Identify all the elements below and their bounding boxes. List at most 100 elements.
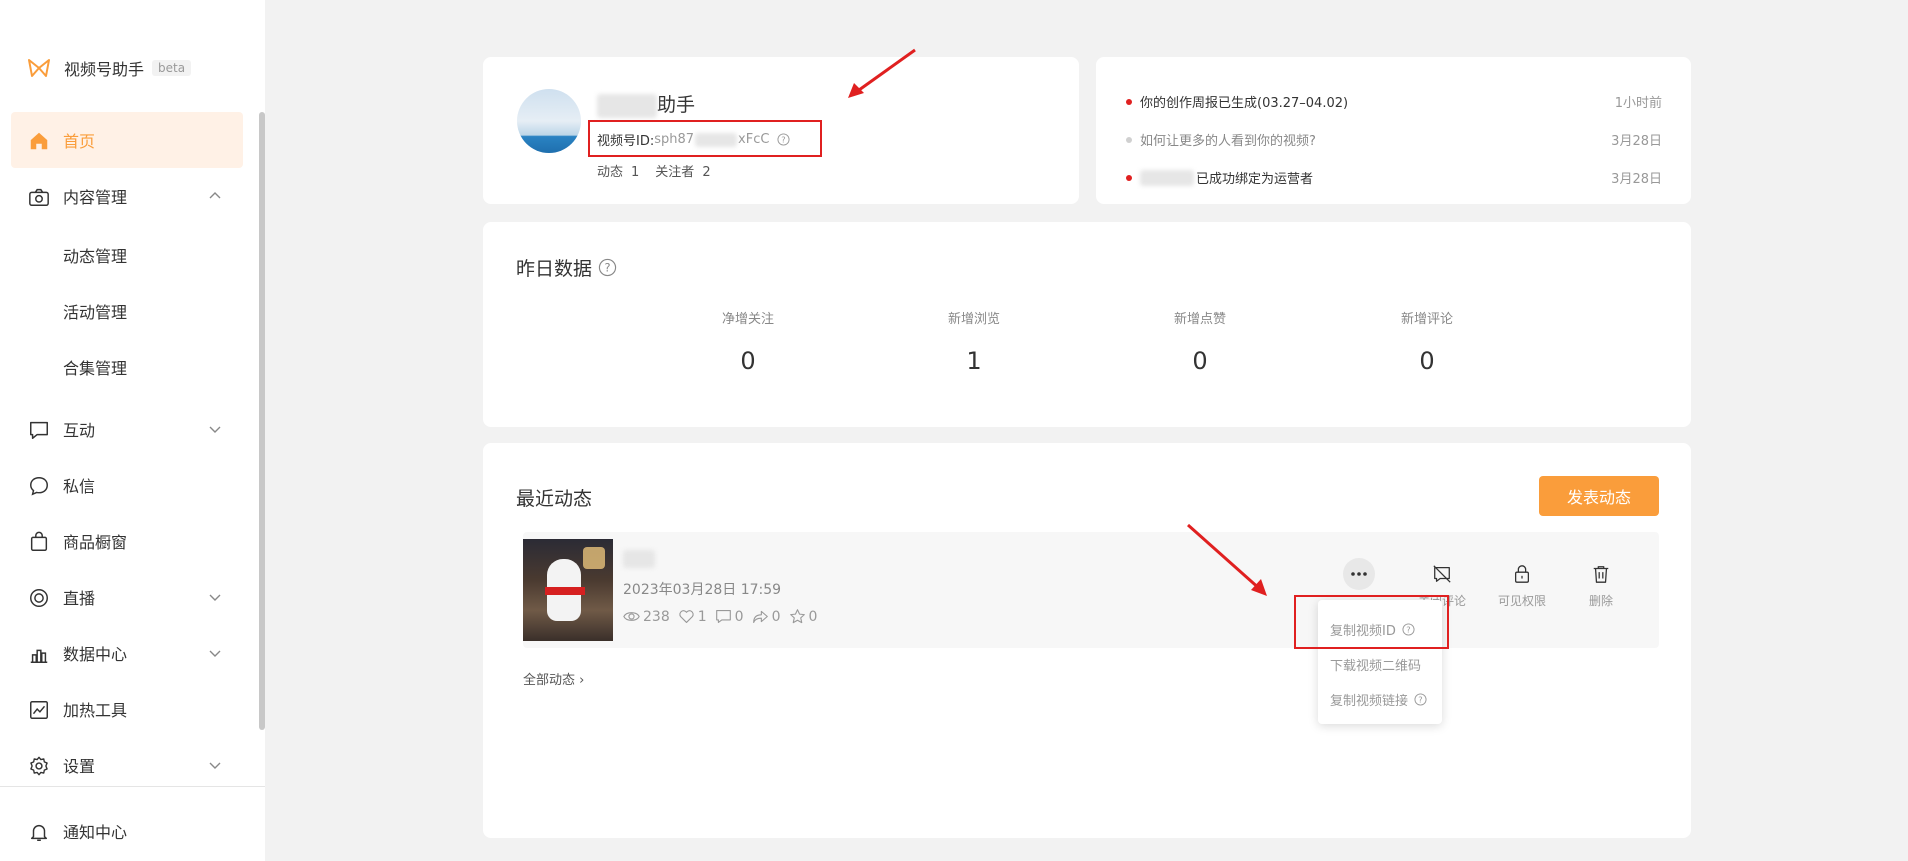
heart-icon xyxy=(679,610,694,624)
notice-item[interactable]: 你的创作周报已生成(03.27–04.02) 1小时前 xyxy=(1126,92,1662,111)
chevron-down-icon xyxy=(209,650,221,657)
metric-value: 238 xyxy=(643,608,670,625)
annotation-box-copy-id xyxy=(1294,595,1449,649)
trend-chart-icon xyxy=(30,701,48,719)
sidebar-item-label: 内容管理 xyxy=(63,188,128,207)
trash-icon xyxy=(1593,566,1609,583)
more-dots-icon xyxy=(1351,572,1367,576)
sidebar-item-messages[interactable]: 私信 xyxy=(11,457,243,513)
publish-post-button[interactable]: 发表动态 xyxy=(1539,476,1659,516)
stat-label: 动态 xyxy=(597,165,624,180)
help-icon[interactable]: ? xyxy=(1414,693,1427,706)
metric-value: 1 xyxy=(697,608,707,625)
sidebar-item-live[interactable]: 直播 xyxy=(11,569,243,625)
stat-new-views: 新增浏览 1 xyxy=(914,308,1034,375)
redacted-name xyxy=(1140,169,1194,186)
sidebar-item-home[interactable]: 首页 xyxy=(11,112,243,168)
notice-item[interactable]: 已成功绑定为运营者 3月28日 xyxy=(1126,168,1662,187)
comment-off-icon xyxy=(1433,565,1451,583)
app-logo[interactable]: 视频号助手 beta xyxy=(27,56,192,80)
sidebar-item-label: 首页 xyxy=(63,132,96,151)
annotation-arrow-icon xyxy=(1187,523,1267,596)
sidebar-subitem-activities[interactable]: 活动管理 xyxy=(63,299,127,323)
post-time: 2023年03月28日 17:59 xyxy=(623,582,782,598)
sidebar-item-settings[interactable]: 设置 xyxy=(11,737,243,793)
home-icon xyxy=(30,132,48,150)
post-row[interactable]: 2023年03月28日 17:59 238 1 0 0 0 关闭评论 可见权限 … xyxy=(523,532,1659,648)
sidebar-item-label: 商品橱窗 xyxy=(63,533,128,552)
stat-new-likes: 新增点赞 0 xyxy=(1140,308,1260,375)
sidebar: 视频号助手 beta 首页 内容管理 动态管理 活动管理 合集管理 互动 私信 … xyxy=(0,0,265,861)
chevron-down-icon xyxy=(209,762,221,769)
stat-net-followers: 净增关注 0 xyxy=(688,308,808,375)
section-title: 昨日数据 ? xyxy=(516,254,617,281)
metric-shares: 0 xyxy=(752,608,781,625)
stat-label: 新增评论 xyxy=(1400,312,1453,327)
annotation-arrow-icon xyxy=(848,48,916,98)
post-thumbnail[interactable] xyxy=(523,539,613,641)
profile-stats: 动态 1 关注者 2 xyxy=(597,161,711,180)
section-title-text: 最近动态 xyxy=(516,488,593,510)
thumbnail-detail xyxy=(545,587,585,595)
visibility-permission-button[interactable]: 可见权限 xyxy=(1487,564,1557,609)
beta-badge: beta xyxy=(152,60,192,76)
sidebar-item-interaction[interactable]: 互动 xyxy=(11,401,243,457)
stat-posts[interactable]: 动态 1 xyxy=(597,161,639,180)
chevron-up-icon xyxy=(209,192,221,199)
bar-chart-icon xyxy=(30,649,48,663)
recent-posts-card: 最近动态 发表动态 2023年03月28日 17:59 238 1 0 0 0 … xyxy=(483,443,1691,838)
sidebar-item-data-center[interactable]: 数据中心 xyxy=(11,625,243,681)
yesterday-data-card: 昨日数据 ? 净增关注 0 新增浏览 1 新增点赞 0 新增评论 0 xyxy=(483,222,1691,427)
menu-item-label: 复制视频链接 xyxy=(1330,694,1409,709)
svg-text:?: ? xyxy=(604,260,610,274)
sidebar-item-label: 通知中心 xyxy=(63,823,128,842)
sidebar-subitem-collections[interactable]: 合集管理 xyxy=(63,355,127,379)
thumbnail-detail xyxy=(583,547,605,569)
notice-text: 如何让更多的人看到你的视频? xyxy=(1140,134,1316,149)
eye-icon xyxy=(623,612,640,621)
avatar[interactable] xyxy=(517,89,581,153)
all-posts-link[interactable]: 全部动态 › xyxy=(523,669,584,688)
more-options-button[interactable] xyxy=(1343,558,1375,590)
menu-item-download-qr[interactable]: 下载视频二维码 xyxy=(1330,655,1421,674)
post-metrics: 238 1 0 0 0 xyxy=(623,608,825,625)
stat-new-comments: 新增评论 0 xyxy=(1367,308,1487,375)
notice-time: 3月28日 xyxy=(1611,172,1662,187)
help-icon[interactable]: ? xyxy=(598,258,617,277)
svg-text:?: ? xyxy=(1418,694,1422,704)
read-dot xyxy=(1126,136,1132,143)
sidebar-scrollbar[interactable] xyxy=(259,112,265,730)
gear-icon xyxy=(30,756,48,776)
menu-item-copy-video-link[interactable]: 复制视频链接 ? xyxy=(1330,690,1427,709)
stat-label: 新增浏览 xyxy=(947,312,1000,327)
metric-likes: 1 xyxy=(678,608,707,625)
stat-followers[interactable]: 关注者 2 xyxy=(655,161,710,180)
stat-value: 0 xyxy=(1192,347,1208,375)
notice-text: 你的创作周报已生成(03.27–04.02) xyxy=(1140,96,1349,111)
sidebar-item-boost-tools[interactable]: 加热工具 xyxy=(11,681,243,737)
sidebar-item-notifications[interactable]: 通知中心 xyxy=(11,803,243,859)
butterfly-logo-icon xyxy=(28,59,50,77)
notice-card: 你的创作周报已生成(03.27–04.02) 1小时前 如何让更多的人看到你的视… xyxy=(1096,57,1691,204)
sidebar-subitem-posts[interactable]: 动态管理 xyxy=(63,243,127,267)
lock-icon xyxy=(1515,565,1529,583)
metric-value: 0 xyxy=(808,608,818,625)
notice-item[interactable]: 如何让更多的人看到你的视频? 3月28日 xyxy=(1126,130,1662,149)
chevron-down-icon xyxy=(209,594,221,601)
sidebar-item-label: 数据中心 xyxy=(63,645,128,664)
metric-value: 0 xyxy=(771,608,781,625)
stat-value: 2 xyxy=(702,165,711,180)
annotation-box-profile-id xyxy=(588,120,822,157)
stat-label: 净增关注 xyxy=(721,312,774,327)
sidebar-item-label: 设置 xyxy=(63,757,96,776)
delete-button[interactable]: 删除 xyxy=(1566,564,1636,609)
stat-value: 0 xyxy=(740,347,756,375)
shopping-bag-icon xyxy=(30,531,48,551)
sidebar-item-content[interactable]: 内容管理 xyxy=(11,168,243,224)
camera-icon xyxy=(29,188,49,206)
sidebar-item-label: 私信 xyxy=(63,477,96,496)
sidebar-divider xyxy=(0,786,265,787)
sidebar-item-shop[interactable]: 商品橱窗 xyxy=(11,513,243,569)
stat-value: 1 xyxy=(631,165,640,180)
notice-time: 3月28日 xyxy=(1611,134,1662,149)
